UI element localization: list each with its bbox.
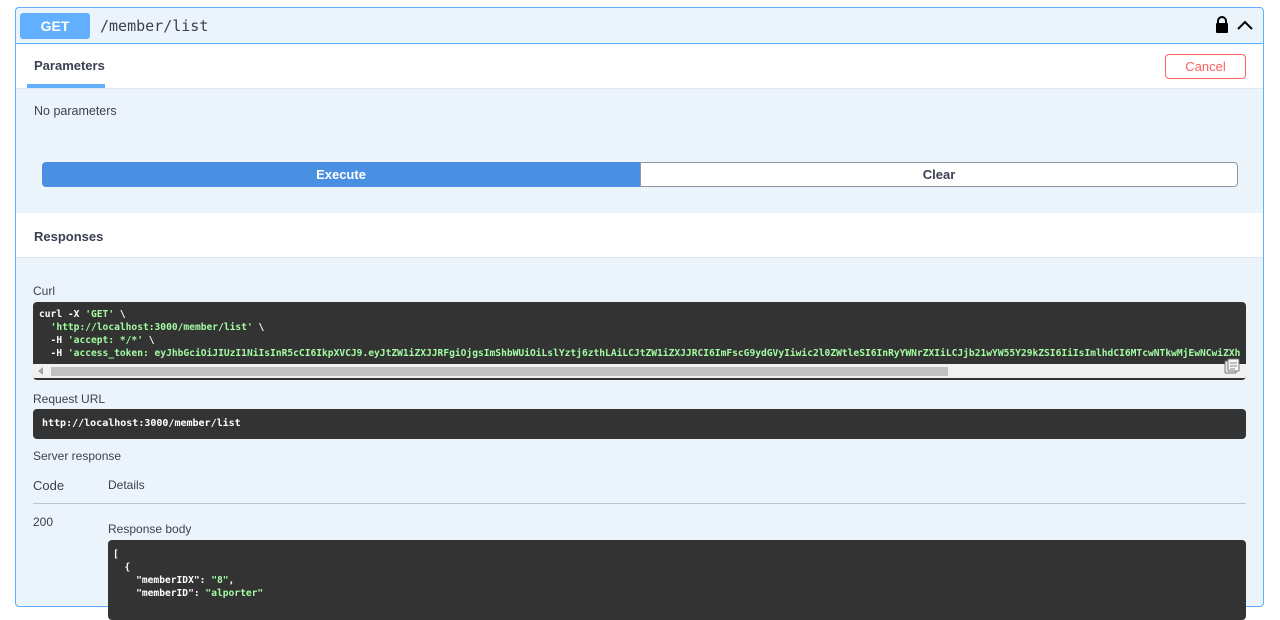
curl-url: 'http://localhost:3000/member/list' <box>50 322 253 333</box>
body-key-memberid: "memberID": <box>113 588 206 599</box>
responses-header: Responses <box>16 213 1263 258</box>
response-table-header: Code Details <box>33 474 1246 504</box>
curl-line-1: curl -X <box>39 309 86 320</box>
scroll-thumb[interactable] <box>51 367 948 376</box>
lock-icon[interactable] <box>1215 16 1229 38</box>
body-line-2: { <box>113 562 131 573</box>
responses-title: Responses <box>34 229 104 244</box>
method-badge: GET <box>20 12 90 39</box>
cancel-button[interactable]: Cancel <box>1165 54 1246 79</box>
curl-horizontal-scrollbar[interactable] <box>33 364 1246 378</box>
curl-header-token: 'access_token: eyJhbGciOiJIUzI1NiIsInR5c… <box>67 348 1241 359</box>
curl-code: curl -X 'GET' \ 'http://localhost:3000/m… <box>33 302 1246 360</box>
opblock-get-member-list: GET /member/list Parameters Cancel No pa… <box>15 7 1264 620</box>
curl-flag-token: -H <box>39 348 68 359</box>
response-body-label: Response body <box>108 522 192 536</box>
curl-flag-accept: -H <box>39 335 68 346</box>
body-value-memberid: "alporter" <box>205 588 264 599</box>
status-code: 200 <box>33 515 54 529</box>
body-line-3-end: , <box>228 575 235 586</box>
server-response-label: Server response <box>33 449 122 463</box>
clear-button[interactable]: Clear <box>640 162 1238 187</box>
request-url-label: Request URL <box>33 392 106 406</box>
tab-parameters[interactable]: Parameters <box>34 58 105 73</box>
curl-header-accept: 'accept: */*' <box>67 335 143 346</box>
no-parameters-text: No parameters <box>34 104 117 118</box>
request-url-value: http://localhost:3000/member/list <box>33 409 1246 439</box>
copy-icon[interactable] <box>1224 358 1240 374</box>
execute-wrapper: Execute Clear <box>42 162 1238 187</box>
endpoint-path: /member/list <box>100 16 209 35</box>
body-line-1: [ <box>113 549 119 560</box>
chevron-up-icon[interactable] <box>1237 18 1253 36</box>
curl-line-2-end: \ <box>252 322 265 333</box>
column-code: Code <box>33 478 65 493</box>
curl-command-block[interactable]: curl -X 'GET' \ 'http://localhost:3000/m… <box>33 302 1246 380</box>
curl-line-3-end: \ <box>142 335 155 346</box>
column-details: Details <box>108 478 145 492</box>
tab-active-indicator <box>27 84 105 88</box>
response-body-block[interactable]: [ { "memberIDX": "8", "memberID": "alpor… <box>108 540 1246 620</box>
curl-label: Curl <box>33 284 56 298</box>
execute-button[interactable]: Execute <box>42 162 640 187</box>
body-value-memberidx: "8" <box>211 575 229 586</box>
body-key-memberidx: "memberIDX": <box>113 575 212 586</box>
curl-line-1-end: \ <box>114 309 126 320</box>
scroll-left-arrow-icon[interactable] <box>38 367 43 375</box>
curl-method: 'GET' <box>85 309 115 320</box>
parameters-tab-header: Parameters Cancel <box>16 44 1263 89</box>
opblock-summary[interactable]: GET /member/list <box>16 8 1263 44</box>
